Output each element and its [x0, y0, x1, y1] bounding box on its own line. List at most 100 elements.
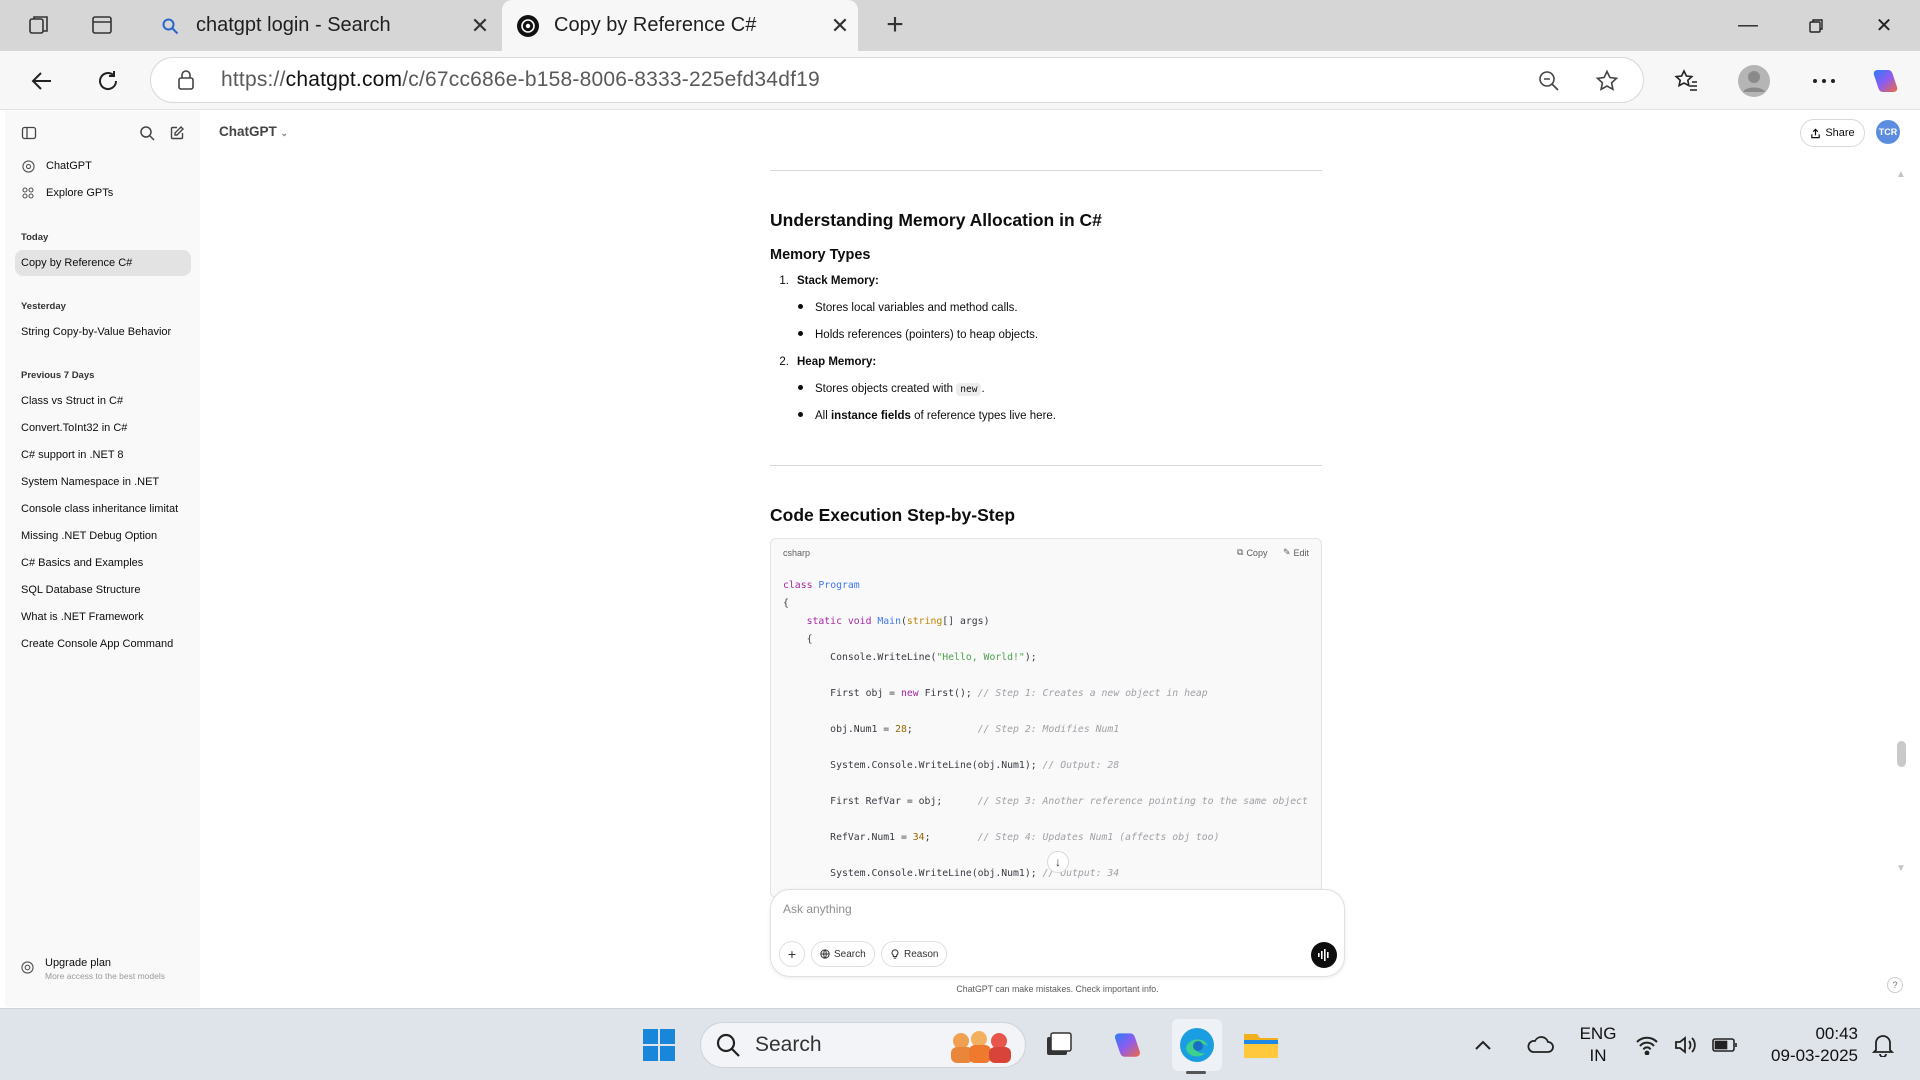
wifi-icon[interactable] [1632, 1024, 1662, 1066]
windows-taskbar: Search ENG IN 00:43 09-03-2025 [0, 1008, 1920, 1080]
tab-copy-by-reference[interactable]: Copy by Reference C# ✕ [502, 0, 858, 51]
reason-toggle-button[interactable]: Reason [881, 941, 948, 967]
list-item: 1. Stack Memory: [779, 275, 879, 287]
close-tab-icon[interactable]: ✕ [462, 8, 498, 44]
volume-icon[interactable] [1670, 1024, 1700, 1066]
scroll-to-bottom-button[interactable]: ↓ [1047, 851, 1069, 873]
grid-icon [21, 186, 35, 200]
code-line: class Program [783, 580, 860, 591]
search-icon [716, 1033, 740, 1057]
code-line: RefVar.Num1 = 34; // Step 4: Updates Num… [783, 832, 1220, 843]
upgrade-icon [21, 961, 35, 975]
section-heading: Code Execution Step-by-Step [770, 505, 1016, 525]
divider [770, 465, 1322, 466]
edit-code-button[interactable]: ✎ Edit [1283, 547, 1309, 558]
close-window-button[interactable]: ✕ [1848, 0, 1920, 51]
profile-avatar-icon[interactable] [1734, 61, 1774, 101]
onedrive-cloud-icon[interactable] [1518, 1024, 1562, 1066]
close-tab-icon[interactable]: ✕ [822, 8, 858, 44]
composer-input[interactable]: Ask anything [783, 902, 852, 916]
divider [770, 170, 1322, 171]
restore-button[interactable] [1780, 0, 1852, 51]
code-line: obj.Num1 = 28; // Step 2: Modifies Num1 [783, 724, 1120, 735]
help-button[interactable]: ? [1887, 977, 1903, 993]
sidebar-chat-item[interactable]: Console class inheritance limitat [15, 496, 191, 522]
toggle-sidebar-icon[interactable] [19, 123, 39, 143]
task-view-icon[interactable] [1038, 1024, 1080, 1066]
search-chats-icon[interactable] [137, 123, 157, 143]
sidebar-chat-item[interactable]: Missing .NET Debug Option [15, 523, 191, 549]
copilot-icon[interactable] [1866, 61, 1906, 101]
search-highlight-icon [951, 1031, 1011, 1063]
user-avatar[interactable]: TCR [1876, 120, 1900, 144]
scroll-up-arrow[interactable]: ▲ [1896, 169, 1906, 180]
sidebar-chat-item[interactable]: String Copy-by-Value Behavior [15, 319, 191, 345]
sidebar-chat-item[interactable]: What is .NET Framework [15, 604, 191, 630]
back-button[interactable] [22, 61, 62, 101]
attach-button[interactable]: + [779, 941, 805, 967]
code-language-label: csharp [783, 548, 811, 558]
sidebar-chat-item[interactable]: System Namespace in .NET [15, 469, 191, 495]
url-text: https://chatgpt.com/c/67cc686e-b158-8006… [221, 68, 820, 91]
tab-actions-icon[interactable] [89, 12, 115, 38]
scroll-down-arrow[interactable]: ▼ [1896, 863, 1906, 874]
lock-icon[interactable] [177, 69, 201, 91]
language-indicator[interactable]: ENG IN [1574, 1023, 1622, 1067]
edit-icon: ✎ [1283, 547, 1291, 557]
openai-logo-icon [21, 159, 35, 173]
plus-icon: + [787, 946, 797, 962]
section-heading: Understanding Memory Allocation in C# [770, 210, 1102, 230]
tab-title: chatgpt login - Search [196, 14, 391, 36]
sidebar-item-chatgpt[interactable]: ChatGPT [15, 153, 191, 179]
url-field[interactable]: https://chatgpt.com/c/67cc686e-b158-8006… [150, 57, 1644, 103]
sidebar-chat-item[interactable]: C# Basics and Examples [15, 550, 191, 576]
scrollbar-thumb[interactable] [1897, 741, 1906, 767]
search-toggle-button[interactable]: Search [811, 941, 875, 967]
waveform-icon [1318, 949, 1329, 961]
notifications-bell-icon[interactable] [1866, 1024, 1900, 1066]
favorites-icon[interactable] [1666, 61, 1706, 101]
clock[interactable]: 00:43 09-03-2025 [1754, 1023, 1858, 1067]
workspaces-icon[interactable] [26, 12, 52, 38]
new-chat-icon[interactable] [167, 123, 187, 143]
minimize-button[interactable]: — [1712, 0, 1784, 51]
tab-chatgpt-login-search[interactable]: chatgpt login - Search ✕ [144, 0, 498, 51]
code-line: Console.WriteLine("Hello, World!"); [783, 652, 1037, 663]
copy-code-button[interactable]: ⧉ Copy [1237, 547, 1267, 558]
copy-icon: ⧉ [1237, 547, 1244, 557]
bullet-item: Stores objects created with new. [798, 383, 985, 396]
favorite-star-icon[interactable] [1593, 67, 1621, 95]
inline-code: new [956, 383, 982, 396]
model-selector[interactable]: ChatGPT ⌄ [219, 124, 288, 139]
more-options-icon[interactable] [1804, 61, 1844, 101]
new-tab-button[interactable]: + [878, 8, 912, 42]
share-button[interactable]: Share [1800, 119, 1865, 147]
edge-taskbar-icon[interactable] [1172, 1019, 1222, 1071]
section-previous-7-days: Previous 7 Days [21, 370, 95, 381]
openai-logo-icon [514, 12, 542, 40]
bullet-item: All instance fields of reference types l… [798, 410, 1056, 422]
refresh-button[interactable] [88, 61, 128, 101]
file-explorer-icon[interactable] [1240, 1024, 1282, 1066]
sidebar-chat-item[interactable]: Convert.ToInt32 in C# [15, 415, 191, 441]
subheading: Memory Types [770, 247, 871, 263]
section-yesterday: Yesterday [21, 301, 66, 312]
voice-mode-button[interactable] [1311, 942, 1337, 968]
globe-icon [820, 949, 830, 959]
sidebar-chat-item[interactable]: Create Console App Command [15, 631, 191, 657]
tab-title: Copy by Reference C# [554, 14, 757, 36]
sidebar-item-explore-gpts[interactable]: Explore GPTs [15, 180, 191, 206]
show-hidden-icons-chevron[interactable] [1468, 1024, 1498, 1066]
code-line: First obj = new First(); // Step 1: Crea… [783, 688, 1208, 699]
zoom-out-icon[interactable] [1535, 67, 1563, 95]
copilot-taskbar-icon[interactable] [1107, 1024, 1149, 1066]
battery-icon[interactable] [1708, 1024, 1742, 1066]
sidebar-chat-item[interactable]: SQL Database Structure [15, 577, 191, 603]
taskbar-search[interactable]: Search [700, 1022, 1026, 1068]
message-composer[interactable]: Ask anything + Search Reason [770, 889, 1345, 977]
sidebar-chat-item[interactable]: Copy by Reference C# [15, 250, 191, 276]
upgrade-plan-button[interactable]: Upgrade plan More access to the best mod… [21, 957, 165, 981]
windows-start-icon[interactable] [638, 1024, 680, 1066]
sidebar-chat-item[interactable]: C# support in .NET 8 [15, 442, 191, 468]
sidebar-chat-item[interactable]: Class vs Struct in C# [15, 388, 191, 414]
